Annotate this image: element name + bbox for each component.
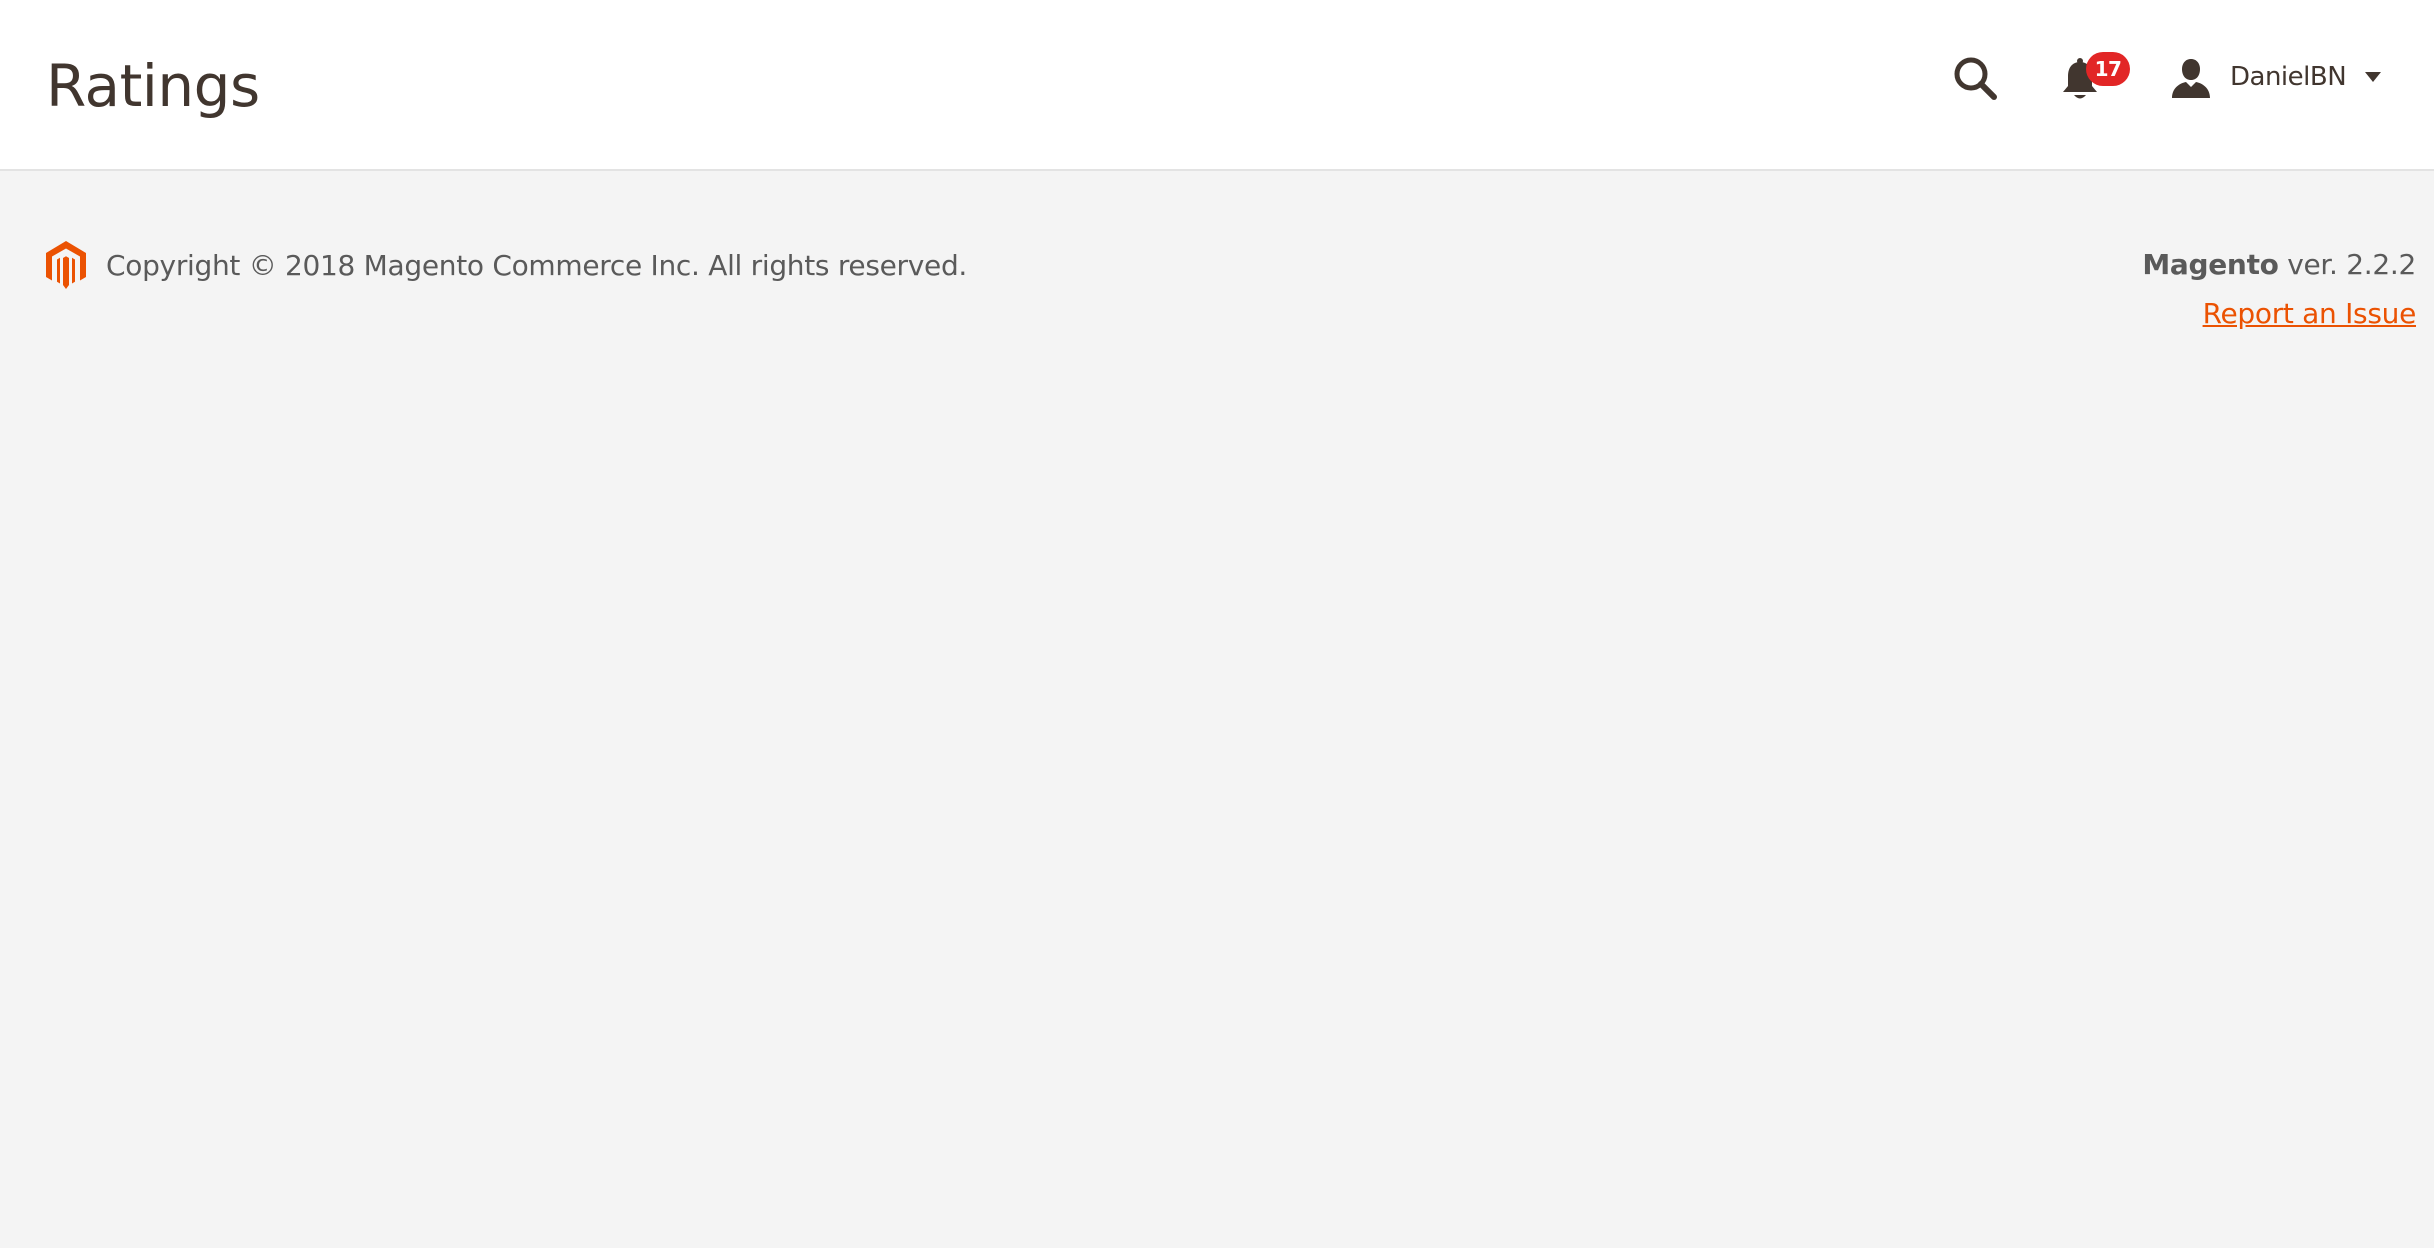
magento-logo-icon (46, 241, 86, 289)
version-text: ver. 2.2.2 (2287, 248, 2416, 281)
user-icon (2172, 59, 2210, 98)
brand-name: Magento (2142, 248, 2279, 281)
global-search-button[interactable] (1950, 53, 2002, 105)
version-line: Magento ver. 2.2.2 (2142, 240, 2416, 290)
user-name: DanielBN (2230, 62, 2347, 92)
search-icon (1954, 57, 1997, 100)
page-header: Ratings 17 DanielBN (0, 0, 2434, 171)
copyright-text: Copyright © 2018 Magento Commerce Inc. A… (106, 248, 968, 282)
footer-copyright-block: Copyright © 2018 Magento Commerce Inc. A… (46, 240, 967, 290)
footer-version-block: Magento ver. 2.2.2 Report an Issue (2142, 240, 2416, 336)
caret-down-icon (2365, 72, 2382, 82)
report-issue-link[interactable]: Report an Issue (2203, 292, 2417, 336)
notifications-button[interactable]: 17 (2056, 52, 2140, 108)
user-account-menu[interactable]: DanielBN (2170, 54, 2382, 100)
notifications-count-badge: 17 (2086, 52, 2130, 86)
page-title: Ratings (46, 52, 260, 120)
